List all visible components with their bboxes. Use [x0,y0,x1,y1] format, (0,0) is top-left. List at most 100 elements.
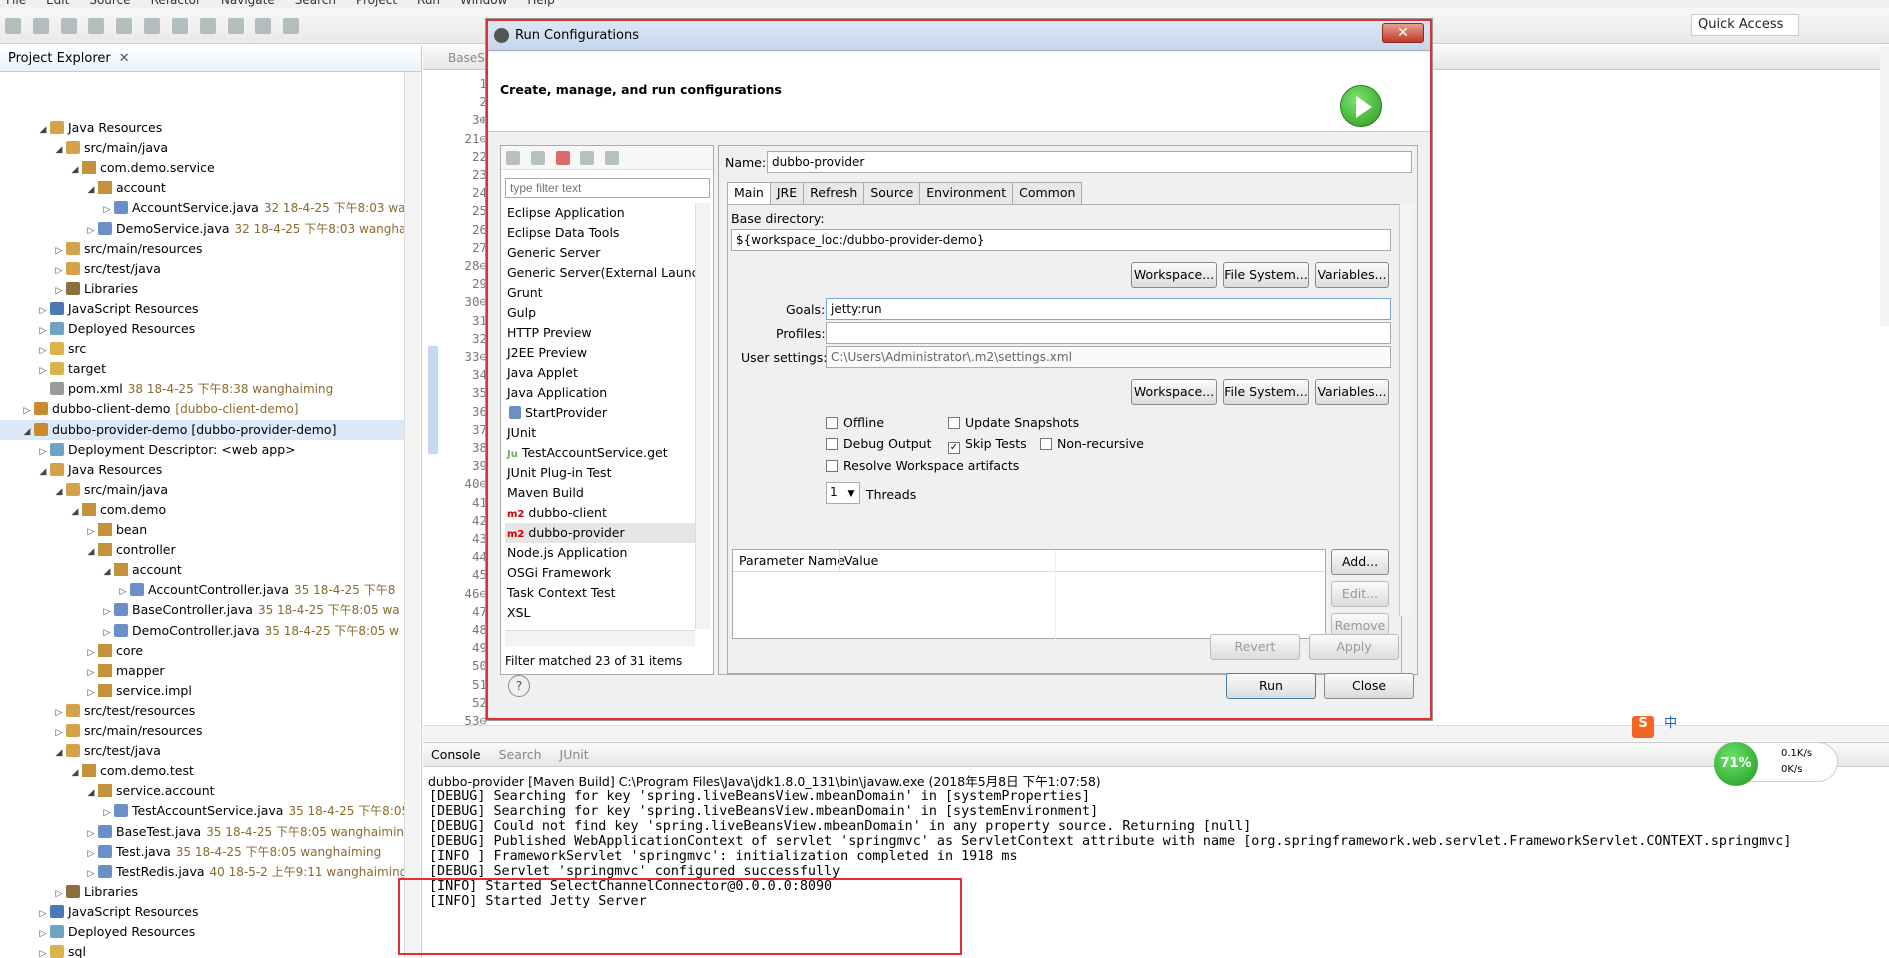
menu-edit[interactable]: Edit [46,0,69,7]
expand-icon[interactable]: ◢ [38,462,48,480]
menu-search[interactable]: Search [295,0,336,7]
tree-item[interactable]: ▷mapper [0,661,404,681]
filter-input[interactable] [505,178,710,198]
expand-icon[interactable]: ▷ [38,341,48,359]
tree-item[interactable]: pom.xml38 18-4-25 下午8:38 wanghaiming [0,379,404,399]
expand-icon[interactable]: ▷ [38,321,48,339]
config-list-vscroll[interactable] [695,203,710,629]
dialog-close-button[interactable]: ✕ [1382,23,1424,43]
menu-help[interactable]: Help [527,0,554,7]
expand-icon[interactable]: ▷ [102,623,112,641]
tab-jre[interactable]: JRE [770,182,804,204]
tree-item[interactable]: ▷dubbo-client-demo[dubbo-client-demo] [0,399,404,419]
file-system-button-2[interactable]: File System... [1223,379,1309,405]
debug-output-checkbox[interactable]: Debug Output [826,436,932,451]
expand-icon[interactable]: ▷ [38,904,48,922]
tree-item[interactable]: ▷Libraries [0,882,404,902]
tree-item[interactable]: ▷Deployed Resources [0,319,404,339]
tree-item[interactable]: ▷BaseController.java35 18-4-25 下午8:05 wa [0,600,404,620]
expand-icon[interactable]: ▷ [86,864,96,882]
expand-icon[interactable]: ▷ [38,924,48,942]
debug-icon[interactable] [116,18,132,34]
dialog-titlebar[interactable]: Run Configurations ✕ [488,21,1430,51]
delete-icon[interactable] [556,151,570,165]
tree-item[interactable]: ▷sql [0,942,404,958]
expand-icon[interactable]: ▷ [22,401,32,419]
tree-item[interactable]: ▷core [0,641,404,661]
variables-button[interactable]: Variables... [1315,262,1389,288]
expand-icon[interactable]: ▷ [54,723,64,741]
expand-icon[interactable]: ▷ [118,582,128,600]
tab-refresh[interactable]: Refresh [803,182,864,204]
run-toolbar-icon[interactable] [255,18,271,34]
tab-junit[interactable]: JUnit [560,747,589,762]
tree-item[interactable]: ▷Deployment Descriptor: <web app> [0,440,404,460]
tree-item[interactable]: ▷src/main/resources [0,239,404,259]
config-item[interactable]: m2dubbo-provider [505,523,695,543]
tree-item[interactable]: ▷JavaScript Resources [0,299,404,319]
file-system-button[interactable]: File System... [1223,262,1309,288]
config-item[interactable]: Generic Server(External Launch) [505,263,695,283]
expand-icon[interactable]: ◢ [86,542,96,560]
step-icon[interactable] [228,18,244,34]
expand-icon[interactable]: ◢ [54,140,64,158]
tree-item[interactable]: ▷src/test/resources [0,701,404,721]
new-config-icon[interactable] [506,151,520,165]
expand-icon[interactable]: ▷ [86,844,96,862]
config-item[interactable]: HTTP Preview [505,323,695,343]
tree-item[interactable]: ▷src [0,339,404,359]
terminate-icon[interactable] [200,18,216,34]
resume-icon[interactable] [144,18,160,34]
config-item[interactable]: JuTestAccountService.get [505,443,695,463]
skip-tests-checkbox[interactable]: ✓Skip Tests [948,436,1027,454]
expand-icon[interactable]: ▷ [86,824,96,842]
expand-icon[interactable]: ▷ [102,803,112,821]
skip-box[interactable]: ✓ [948,442,960,454]
workspace-button[interactable]: Workspace... [1131,262,1217,288]
update-snapshots-checkbox[interactable]: Update Snapshots [948,415,1079,430]
menu-run[interactable]: Run [417,0,440,7]
tree-item[interactable]: ▷JavaScript Resources [0,902,404,922]
tab-console[interactable]: Console [431,747,481,762]
tree-item[interactable]: ▷TestAccountService.java35 18-4-25 下午8:0… [0,801,404,821]
edit-button[interactable]: Edit... [1331,581,1389,607]
menu-navigate[interactable]: Navigate [221,0,275,7]
expand-icon[interactable]: ◢ [54,482,64,500]
tree-item[interactable]: ◢controller [0,540,404,560]
expand-icon[interactable]: ▷ [38,944,48,958]
duplicate-icon[interactable] [531,151,545,165]
tree-item[interactable]: ◢account [0,178,404,198]
tree-item[interactable]: ▷Libraries [0,279,404,299]
config-item[interactable]: Eclipse Data Tools [505,223,695,243]
expand-icon[interactable]: ▷ [54,281,64,299]
config-list-hscroll[interactable] [505,630,695,646]
menu-file[interactable]: File [6,0,26,7]
expand-icon[interactable]: ◢ [70,160,80,178]
tree-item[interactable]: ▷service.impl [0,681,404,701]
help-icon[interactable]: ? [508,675,530,697]
tree-item[interactable]: ▷DemoService.java32 18-4-25 下午8:03 wangh… [0,219,404,239]
variables-button-2[interactable]: Variables... [1315,379,1389,405]
tree-item[interactable]: ▷BaseTest.java35 18-4-25 下午8:05 wanghaim… [0,822,404,842]
apply-button[interactable]: Apply [1309,634,1399,660]
tree-item[interactable]: ▷DemoController.java35 18-4-25 下午8:05 w [0,621,404,641]
tree-item[interactable]: ◢src/main/java [0,480,404,500]
tree-item[interactable]: ◢dubbo-provider-demo [dubbo-provider-dem… [0,420,404,440]
config-item[interactable]: Generic Server [505,243,695,263]
nonrec-box[interactable] [1040,438,1052,450]
tree-item[interactable]: ◢com.demo.test [0,761,404,781]
suspend-icon[interactable] [172,18,188,34]
tree-item[interactable]: ◢account [0,560,404,580]
menu-source[interactable]: Source [89,0,130,7]
expand-icon[interactable]: ▷ [38,442,48,460]
offline-box[interactable] [826,417,838,429]
save-icon[interactable] [33,18,49,34]
debug-box[interactable] [826,438,838,450]
config-item[interactable]: JUnit [505,423,695,443]
expand-icon[interactable]: ▷ [54,241,64,259]
config-item[interactable]: JUnit Plug-in Test [505,463,695,483]
expand-icon[interactable]: ▷ [54,703,64,721]
name-field[interactable]: dubbo-provider [767,151,1412,173]
collapse-icon[interactable] [580,151,594,165]
close-button[interactable]: Close [1324,673,1414,699]
